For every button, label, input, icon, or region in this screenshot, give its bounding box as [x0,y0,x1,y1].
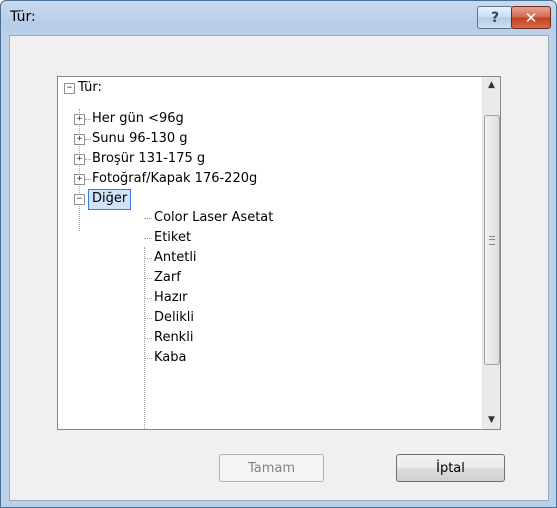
paper-type-tree[interactable]: − Tür: + Her gün <96g + Sunu 96-130 g + … [57,76,501,430]
expand-toggle-icon[interactable]: + [74,114,85,125]
tree-connector-line [144,238,152,239]
cancel-button[interactable]: İptal [396,454,505,482]
help-button[interactable]: ? [477,6,513,29]
scroll-down-arrow-icon[interactable]: ▼ [483,412,500,429]
collapse-toggle-icon[interactable]: − [74,194,85,205]
dialog-window: Tür: ? ✕ − Tür: + Her gün <96g + Sunu 96… [0,0,557,508]
scroll-up-arrow-icon[interactable]: ▲ [483,77,500,94]
tree-item-her-gun[interactable]: Her gün <96g [92,109,184,129]
tree-item-kaba[interactable]: Kaba [154,348,186,368]
title-bar[interactable]: Tür: ? ✕ [1,1,556,35]
expand-toggle-icon[interactable]: + [74,154,85,165]
window-title: Tür: [10,9,36,25]
tree-item-diger-selected[interactable]: Diğer [88,189,132,210]
tree-connector-line [144,278,152,279]
scrollbar-grip-icon [489,236,495,245]
tree-connector-line [144,258,152,259]
tree-item-renkli[interactable]: Renkli [154,328,193,348]
expand-toggle-icon[interactable]: + [74,134,85,145]
tree-connector-line [144,318,152,319]
tree-item-zarf[interactable]: Zarf [154,268,181,288]
tree-connector-line [144,218,152,219]
tree-connector-line [85,119,91,120]
dialog-body: − Tür: + Her gün <96g + Sunu 96-130 g + … [9,35,549,501]
tree-connector-line [144,298,152,299]
tree-connector-line [144,338,152,339]
tree-item-antetli[interactable]: Antetli [154,248,197,268]
tree-root-item[interactable]: Tür: [78,78,102,98]
tree-connector-line [85,159,91,160]
collapse-toggle-icon[interactable]: − [64,83,75,94]
tree-item-fotograf-kapak[interactable]: Fotoğraf/Kapak 176-220g [92,169,257,189]
ok-button[interactable]: Tamam [219,454,324,482]
scrollbar-thumb[interactable] [484,115,500,365]
tree-connector-line [79,109,80,231]
tree-item-etiket[interactable]: Etiket [154,228,191,248]
tree-item-sunu[interactable]: Sunu 96-130 g [92,129,188,149]
tree-item-hazir[interactable]: Hazır [154,288,188,308]
tree-item-color-laser-asetat[interactable]: Color Laser Asetat [154,208,273,228]
tree-connector-line [144,358,152,359]
tree-item-delikli[interactable]: Delikli [154,308,194,328]
close-button[interactable]: ✕ [511,6,551,29]
tree-connector-line [85,179,91,180]
tree-connector-line [85,139,91,140]
expand-toggle-icon[interactable]: + [74,174,85,185]
tree-item-brosur[interactable]: Broşür 131-175 g [92,149,205,169]
vertical-scrollbar[interactable]: ▲ ▼ [482,77,500,429]
